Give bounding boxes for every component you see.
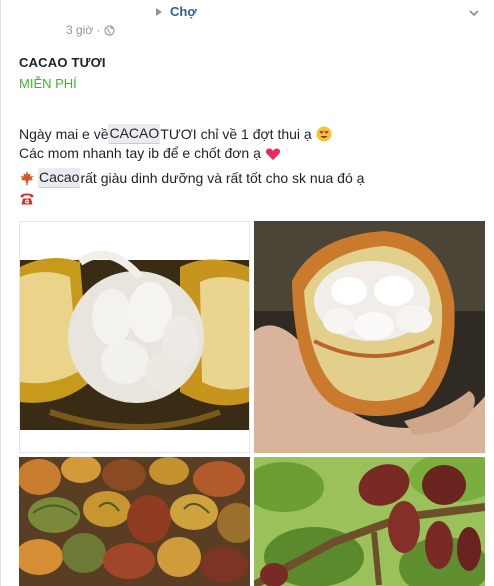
cacao-pod-open-photo[interactable] (19, 221, 250, 453)
maple-leaf-icon (20, 171, 34, 186)
body-line-3: Cacao rất giàu dinh dưỡng và rất tốt cho… (19, 168, 364, 188)
body-text-segment: rất giàu dinh dưỡng và rất tốt cho sk nu… (80, 169, 365, 186)
hashtag-cacao[interactable]: CACAO (108, 124, 161, 144)
body-text-segment: TƯƠI chỉ về 1 đợt thui ạ (160, 125, 312, 142)
body-line-2: Các mom nhanh tay ib để e chốt đơn ạ (19, 144, 364, 163)
listing-price: MIỄN PHÍ (19, 76, 77, 91)
telephone-icon (20, 193, 34, 205)
cacao-pod-in-hand-photo[interactable] (254, 221, 485, 453)
heart-eyes-emoji-icon (316, 126, 332, 142)
red-heart-icon (265, 148, 280, 160)
marketplace-link[interactable]: Chợ (170, 4, 197, 19)
triangle-right-icon (156, 7, 162, 16)
post-timestamp[interactable]: 3 giờ · (66, 23, 115, 37)
timestamp-text[interactable]: 3 giờ · (66, 23, 101, 37)
post-header: 3 giờ · Chợ (1, 0, 494, 44)
cacao-pods-on-tree-photo[interactable] (254, 457, 485, 586)
body-text-segment: Ngày mai e về (19, 125, 109, 142)
hashtag-cacao[interactable]: Cacao (38, 168, 81, 188)
photo-grid (19, 221, 485, 586)
listing-title: CACAO TƯƠI (19, 55, 106, 70)
post-body: Ngày mai e về CACAO TƯƠI chỉ về 1 đợt th… (19, 124, 364, 207)
body-line-1: Ngày mai e về CACAO TƯƠI chỉ về 1 đợt th… (19, 124, 364, 144)
body-text-segment: Các mom nhanh tay ib để e chốt đơn ạ (19, 145, 261, 161)
globe-icon (103, 24, 115, 36)
breadcrumb: Chợ (156, 4, 197, 19)
cacao-pods-pile-photo[interactable] (19, 457, 250, 586)
avatar[interactable] (19, 0, 55, 36)
marketplace-post: 3 giờ · Chợ CACAO TƯƠI MIỄN PHÍ Ngày mai… (0, 0, 494, 586)
chevron-down-icon[interactable] (467, 6, 481, 20)
